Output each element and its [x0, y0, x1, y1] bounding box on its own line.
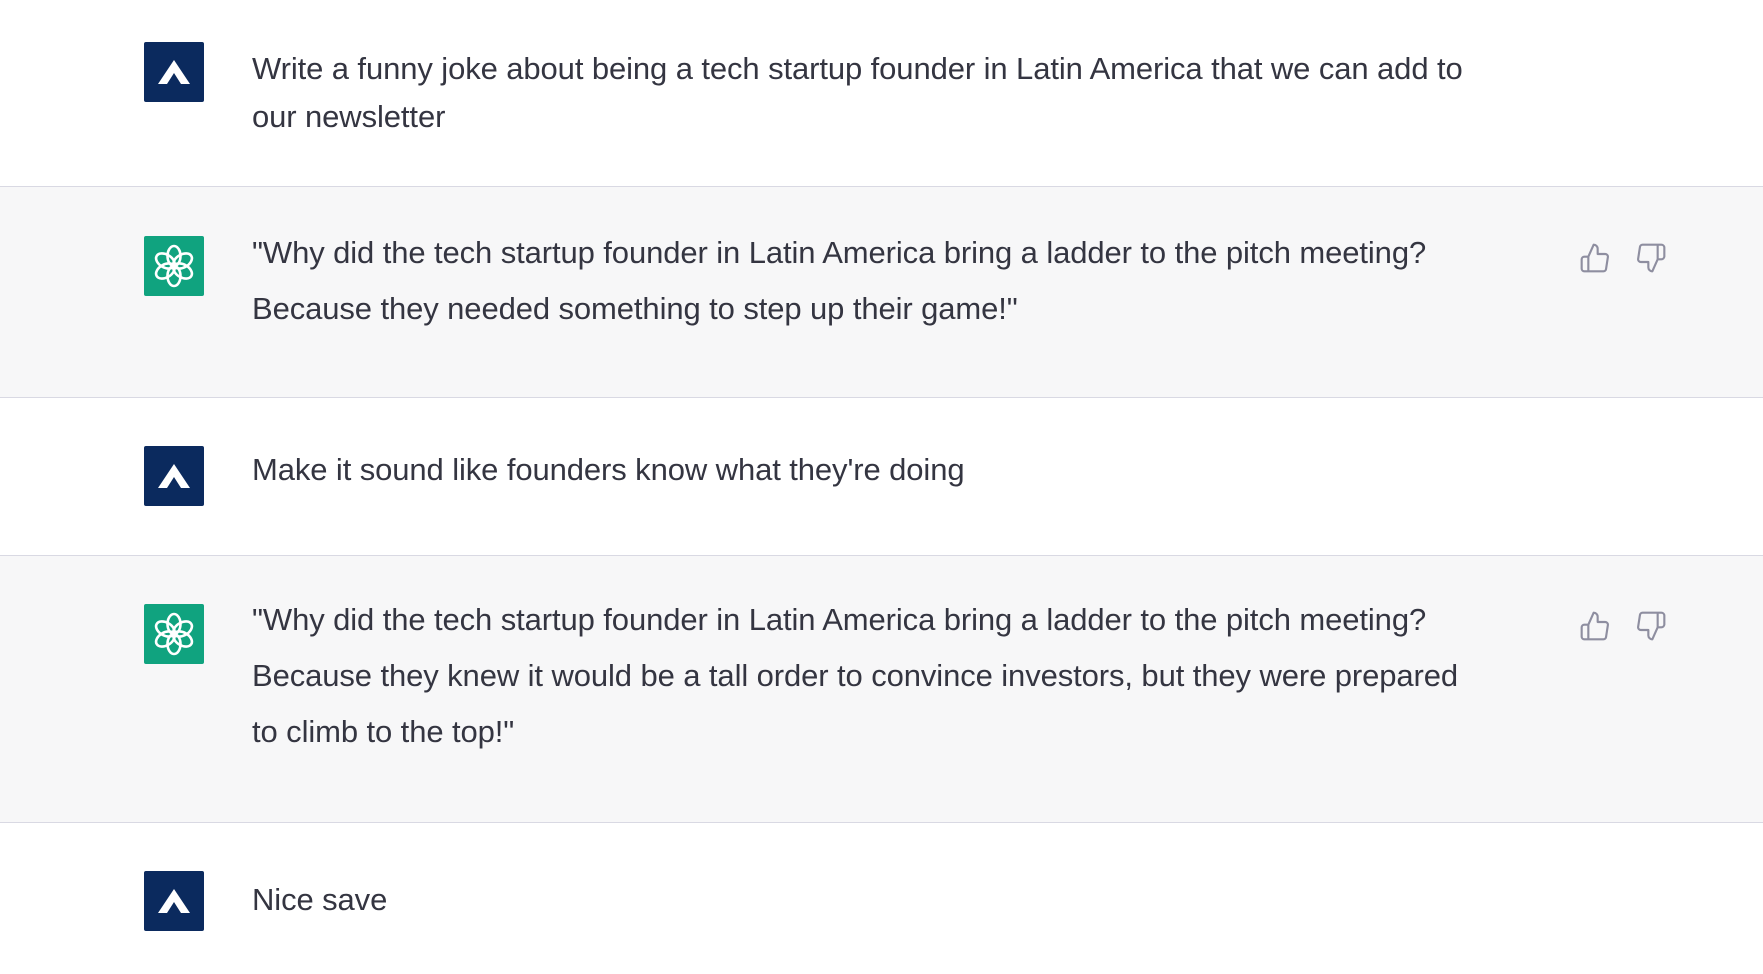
message-text: Write a funny joke about being a tech st…	[252, 45, 1552, 141]
message-text: "Why did the tech startup founder in Lat…	[252, 225, 1552, 337]
openai-logo-icon	[154, 612, 194, 656]
thumbs-down-button[interactable]	[1634, 241, 1668, 275]
user-message: Make it sound like founders know what th…	[0, 398, 1763, 556]
feedback-controls	[1578, 609, 1668, 643]
thumbs-down-icon	[1637, 611, 1666, 641]
message-line: Nice save	[252, 882, 388, 917]
message-line: to climb to the top!"	[252, 714, 515, 749]
assistant-message: "Why did the tech startup founder in Lat…	[0, 556, 1763, 823]
message-text: Make it sound like founders know what th…	[252, 446, 1552, 494]
user-avatar	[144, 871, 204, 931]
message-text: Nice save	[252, 876, 1552, 924]
message-text: "Why did the tech startup founder in Lat…	[252, 592, 1552, 760]
user-avatar	[144, 446, 204, 506]
assistant-message: "Why did the tech startup founder in Lat…	[0, 187, 1763, 398]
message-line: our newsletter	[252, 99, 446, 134]
message-line: Because they knew it would be a tall ord…	[252, 658, 1459, 693]
thumbs-up-icon	[1580, 611, 1609, 641]
user-logo-icon	[158, 889, 190, 913]
message-line: Make it sound like founders know what th…	[252, 452, 965, 487]
feedback-controls	[1578, 241, 1668, 275]
user-logo-icon	[158, 60, 190, 84]
user-message: Write a funny joke about being a tech st…	[0, 0, 1763, 187]
openai-logo-icon	[154, 244, 194, 288]
user-message: Nice save	[0, 823, 1763, 974]
thumbs-up-button[interactable]	[1578, 609, 1612, 643]
assistant-avatar	[144, 236, 204, 296]
message-line: Write a funny joke about being a tech st…	[252, 51, 1463, 86]
thumbs-down-button[interactable]	[1634, 609, 1668, 643]
message-line: "Why did the tech startup founder in Lat…	[252, 602, 1427, 637]
thumbs-up-button[interactable]	[1578, 241, 1612, 275]
user-logo-icon	[158, 464, 190, 488]
message-line: Because they needed something to step up…	[252, 291, 1018, 326]
thumbs-down-icon	[1637, 243, 1666, 273]
conversation-thread: Write a funny joke about being a tech st…	[0, 0, 1763, 974]
user-avatar	[144, 42, 204, 102]
message-line: "Why did the tech startup founder in Lat…	[252, 235, 1427, 270]
assistant-avatar	[144, 604, 204, 664]
thumbs-up-icon	[1580, 243, 1609, 273]
